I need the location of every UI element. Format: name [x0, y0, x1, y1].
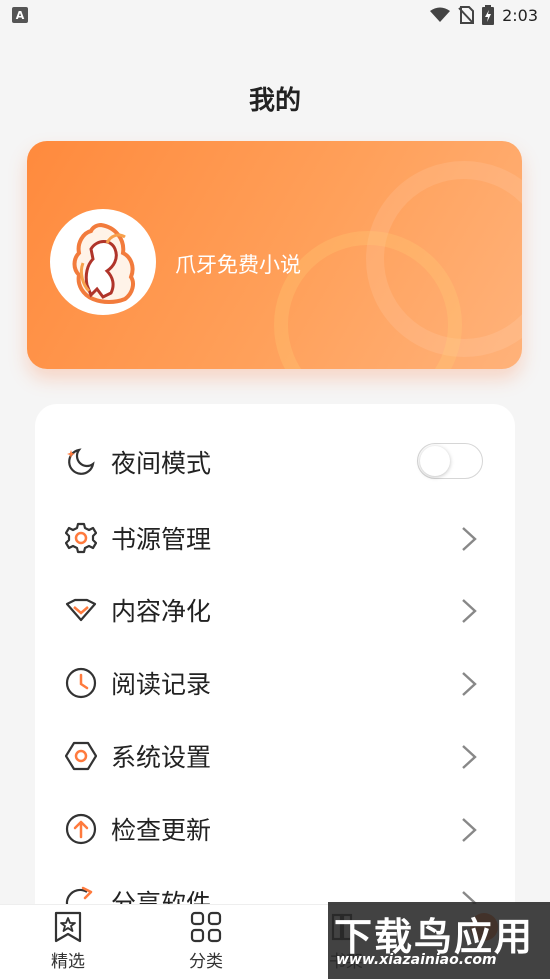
app-name: 爪牙免费小说 — [175, 253, 301, 277]
chevron-right-icon — [462, 599, 477, 623]
menu-label: 夜间模式 — [111, 449, 212, 478]
menu-label: 系统设置 — [111, 743, 212, 772]
chevron-right-icon — [462, 672, 477, 696]
toggle-knob — [420, 446, 450, 476]
notification-icon: A — [12, 7, 28, 23]
menu-label: 阅读记录 — [111, 670, 212, 699]
no-sim-icon — [458, 6, 475, 24]
page-title: 我的 — [248, 86, 301, 116]
status-bar: A 2:03 — [0, 0, 550, 34]
watermark-url: www.xiazainiao.com — [336, 952, 497, 968]
menu-item-check-update[interactable]: 检查更新 — [35, 799, 515, 859]
gear-icon — [65, 522, 97, 554]
menu-item-night-mode[interactable]: 夜间模式 — [35, 432, 515, 492]
menu-label: 书源管理 — [111, 525, 212, 554]
watermark: 下载鸟应用 www.xiazainiao.com — [328, 902, 550, 979]
menu-item-reading-history[interactable]: 阅读记录 — [35, 653, 515, 713]
wifi-icon — [430, 7, 451, 22]
tab-label: 分类 — [189, 952, 223, 972]
menu-item-content-purify[interactable]: 内容净化 — [35, 580, 515, 640]
chevron-right-icon — [462, 745, 477, 769]
bookmark-star-icon — [54, 911, 82, 943]
chevron-right-icon — [462, 527, 477, 551]
moon-icon — [67, 448, 95, 475]
battery-icon — [482, 5, 495, 25]
chevron-right-icon — [462, 818, 477, 842]
menu-item-source-management[interactable]: 书源管理 — [35, 508, 515, 568]
upload-arrow-icon — [65, 813, 97, 845]
app-logo-icon — [72, 222, 135, 304]
profile-card[interactable]: 爪牙免费小说 — [27, 141, 522, 369]
clock-time: 2:03 — [502, 5, 538, 25]
hexagon-icon — [65, 741, 97, 771]
tab-label: 精选 — [51, 952, 85, 972]
avatar[interactable] — [50, 209, 156, 315]
tab-categories[interactable]: 分类 — [166, 911, 246, 972]
menu-label: 检查更新 — [111, 816, 212, 845]
grid-icon — [190, 911, 222, 943]
clock-icon — [65, 667, 97, 699]
night-mode-toggle[interactable] — [417, 443, 483, 479]
diamond-icon — [65, 598, 97, 622]
status-icons: 2:03 — [430, 5, 538, 25]
menu-list: 夜间模式 书源管理 内容净化 阅读记录 系统设置 检查更新 — [35, 404, 515, 964]
tab-featured[interactable]: 精选 — [28, 911, 108, 972]
menu-item-system-settings[interactable]: 系统设置 — [35, 726, 515, 786]
menu-label: 内容净化 — [111, 597, 212, 626]
